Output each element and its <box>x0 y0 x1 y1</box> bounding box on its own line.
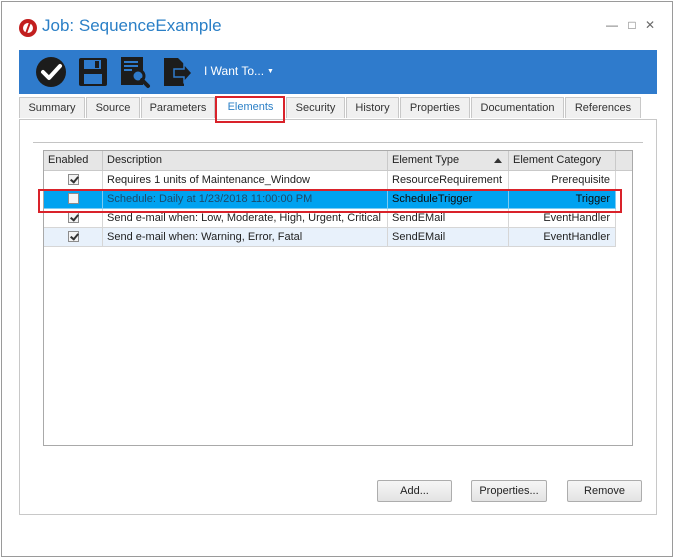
properties-button[interactable]: Properties... <box>471 480 547 502</box>
table-row[interactable]: Send e-mail when: Low, Moderate, High, U… <box>44 209 616 228</box>
close-icon[interactable]: ✕ <box>643 18 657 32</box>
tab-parameters[interactable]: Parameters <box>141 97 215 118</box>
save-icon[interactable] <box>75 54 111 90</box>
column-header-element-type-label: Element Type <box>392 154 460 166</box>
enabled-cell <box>44 228 103 247</box>
caret-down-icon: ▼ <box>267 68 274 75</box>
element-type-cell: SendEMail <box>388 228 509 247</box>
column-header-element-type[interactable]: Element Type <box>388 151 509 170</box>
maximize-icon[interactable]: □ <box>625 18 639 32</box>
app-logo-icon <box>19 19 37 37</box>
element-category-cell: Trigger <box>509 190 616 209</box>
tab-strip: Summary Source Parameters Elements Secur… <box>19 96 659 119</box>
enabled-checkbox[interactable] <box>68 231 79 242</box>
enabled-cell <box>44 190 103 209</box>
sort-ascending-icon <box>494 158 502 163</box>
description-cell: Send e-mail when: Low, Moderate, High, U… <box>103 209 388 228</box>
element-category-cell: EventHandler <box>509 228 616 247</box>
column-header-element-category[interactable]: Element Category <box>509 151 616 170</box>
tab-security[interactable]: Security <box>286 97 345 118</box>
description-cell: Requires 1 units of Maintenance_Window <box>103 171 388 190</box>
tab-history[interactable]: History <box>346 97 399 118</box>
export-icon[interactable] <box>158 54 194 90</box>
tab-references[interactable]: References <box>565 97 641 118</box>
window-title: Job: SequenceExample <box>42 16 222 35</box>
enabled-cell <box>44 209 103 228</box>
divider <box>33 142 643 143</box>
search-report-icon[interactable] <box>116 54 152 90</box>
tab-properties[interactable]: Properties <box>400 97 470 118</box>
i-want-to-label: I Want To... <box>204 64 265 78</box>
enabled-checkbox[interactable] <box>68 193 79 204</box>
i-want-to-menu[interactable]: I Want To... ▼ <box>204 64 274 78</box>
minimize-icon[interactable]: — <box>605 18 619 32</box>
table-row-selected[interactable]: Schedule: Daily at 1/23/2018 11:00:00 PM… <box>44 190 616 209</box>
enabled-cell <box>44 171 103 190</box>
element-category-cell: Prerequisite <box>509 171 616 190</box>
description-cell: Send e-mail when: Warning, Error, Fatal <box>103 228 388 247</box>
tab-documentation[interactable]: Documentation <box>471 97 564 118</box>
table-row[interactable]: Requires 1 units of Maintenance_Window R… <box>44 171 616 190</box>
enabled-checkbox[interactable] <box>68 212 79 223</box>
column-header-description[interactable]: Description <box>103 151 388 170</box>
tab-elements[interactable]: Elements <box>216 96 285 119</box>
remove-button[interactable]: Remove <box>567 480 642 502</box>
element-type-cell: ResourceRequirement <box>388 171 509 190</box>
add-button[interactable]: Add... <box>377 480 452 502</box>
column-header-enabled[interactable]: Enabled <box>44 151 103 170</box>
grid-header: Enabled Description Element Type Element… <box>44 151 632 171</box>
element-type-cell: ScheduleTrigger <box>388 190 509 209</box>
table-row[interactable]: Send e-mail when: Warning, Error, Fatal … <box>44 228 616 247</box>
tab-summary[interactable]: Summary <box>19 97 85 118</box>
element-type-cell: SendEMail <box>388 209 509 228</box>
tab-source[interactable]: Source <box>86 97 140 118</box>
elements-grid: Enabled Description Element Type Element… <box>43 150 633 446</box>
element-category-cell: EventHandler <box>509 209 616 228</box>
enabled-checkbox[interactable] <box>68 174 79 185</box>
description-cell: Schedule: Daily at 1/23/2018 11:00:00 PM <box>103 190 388 209</box>
checkmark-icon[interactable] <box>33 54 69 90</box>
toolbar: I Want To... ▼ <box>19 50 657 94</box>
